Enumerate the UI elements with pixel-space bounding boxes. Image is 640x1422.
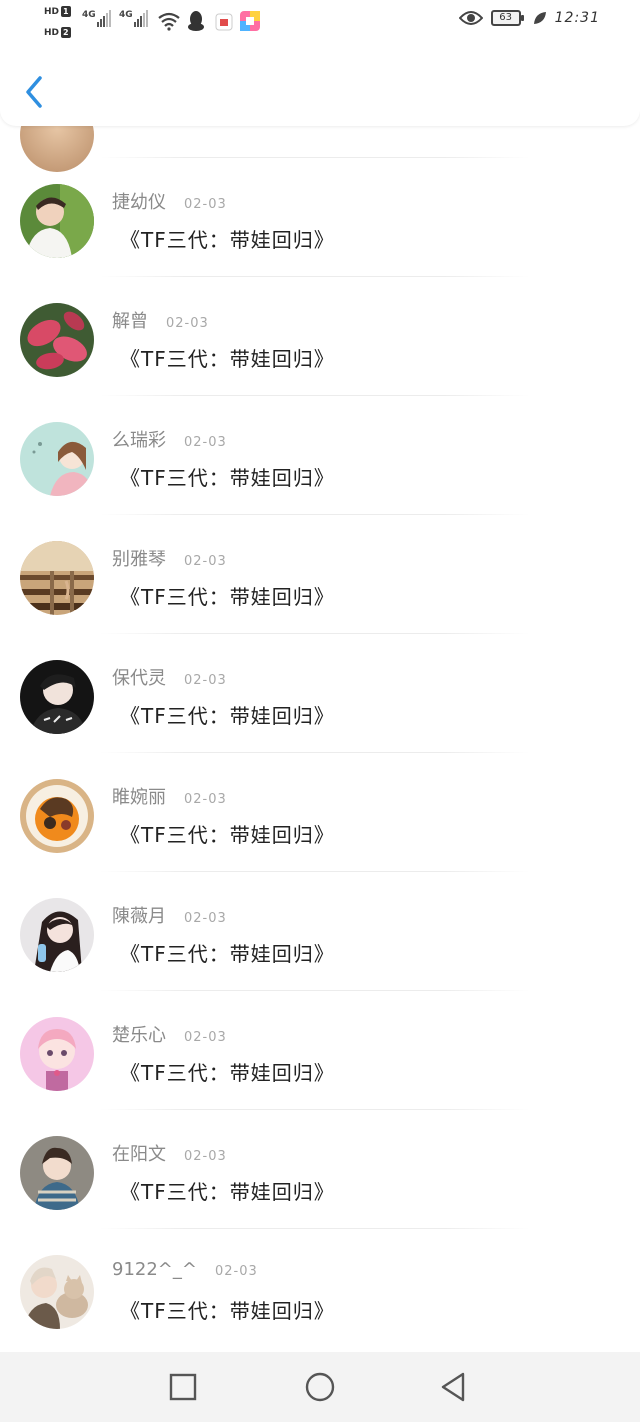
comment-meta: 陳薇月 02-03 [112,902,227,928]
list-item[interactable]: 解曾 02-03 《TF三代：带娃回归》 [0,277,640,396]
hd1-number: 1 [61,6,71,17]
comment-text: 《TF三代：带娃回归》 [120,942,335,966]
avatar[interactable] [20,541,94,615]
avatar[interactable] [20,184,94,258]
list-item[interactable]: 楚乐心 02-03 《TF三代：带娃回归》 [0,991,640,1110]
comment-text: 《TF三代：带娃回归》 [120,466,335,490]
list-item[interactable]: 捷幼仪 02-03 《TF三代：带娃回归》 [0,158,640,277]
leaf-icon [533,12,546,24]
user-name[interactable]: 楚乐心 [112,1021,166,1047]
hd2-indicator: HD 2 [44,27,71,39]
comment-meta: 捷幼仪 02-03 [112,188,227,214]
signal-1-label: 4G [82,10,96,20]
comment-text: 《TF三代：带娃回归》 [120,1180,335,1204]
user-name[interactable]: 保代灵 [112,664,166,690]
avatar[interactable] [20,660,94,734]
comment-date: 02-03 [184,1030,227,1045]
comment-date: 02-03 [184,792,227,807]
list-item[interactable]: 保代灵 02-03 《TF三代：带娃回归》 [0,634,640,753]
comment-date: 02-03 [184,1149,227,1164]
qq-icon [188,11,204,31]
comment-date: 02-03 [214,1264,258,1279]
hd2-number: 2 [61,27,71,38]
comment-text: 《TF三代：带娃回归》 [120,1299,335,1323]
user-name[interactable]: 睢婉丽 [112,783,166,809]
app-notification-icon [215,13,233,31]
list-item[interactable]: 睢婉丽 02-03 《TF三代：带娃回归》 [0,753,640,872]
comment-date: 02-03 [184,197,227,212]
avatar[interactable] [20,779,94,853]
list-item[interactable]: 么瑞彩 02-03 《TF三代：带娃回归》 [0,396,640,515]
square-recent-apps-icon [169,1373,197,1401]
wifi-icon [158,12,180,31]
comment-date: 02-03 [166,316,209,331]
screen: 捷幼仪 02-03 《TF三代：带娃回归》 解曾 02-03 《TF三代：带娃回… [0,0,640,1422]
back-button[interactable] [18,72,52,112]
user-name[interactable]: 陳薇月 [112,902,166,928]
home-button[interactable] [300,1367,340,1407]
list-item[interactable]: 在阳文 02-03 《TF三代：带娃回归》 [0,1110,640,1229]
navigation-bar [0,1352,640,1422]
comment-text: 《TF三代：带娃回归》 [120,823,335,847]
hd1-label: HD [44,7,60,17]
comment-text: 《TF三代：带娃回归》 [120,1061,335,1085]
triangle-back-icon [441,1372,465,1402]
app-colorful-icon [240,11,260,31]
eye-comfort-icon [458,11,483,25]
avatar[interactable] [20,1136,94,1210]
avatar[interactable] [20,422,94,496]
comment-date: 02-03 [184,435,227,450]
comment-text: 《TF三代：带娃回归》 [120,704,335,728]
clock: 12:31 [554,10,600,26]
signal-2-label: 4G [119,10,133,20]
avatar[interactable] [20,303,94,377]
comment-date: 02-03 [184,554,227,569]
comment-meta: 9122^_^ 02-03 [112,1259,258,1283]
comment-list[interactable]: 捷幼仪 02-03 《TF三代：带娃回归》 解曾 02-03 《TF三代：带娃回… [0,38,640,1348]
list-item[interactable]: 陳薇月 02-03 《TF三代：带娃回归》 [0,872,640,991]
user-name[interactable]: 解曾 [112,307,148,333]
comment-text: 《TF三代：带娃回归》 [120,585,335,609]
comment-meta: 保代灵 02-03 [112,664,227,690]
hd2-label: HD [44,28,60,38]
comment-meta: 睢婉丽 02-03 [112,783,227,809]
list-item[interactable]: 别雅琴 02-03 《TF三代：带娃回归》 [0,515,640,634]
comment-text: 《TF三代：带娃回归》 [120,228,335,252]
comment-meta: 楚乐心 02-03 [112,1021,227,1047]
signal-2-icon: 4G [119,10,149,27]
avatar[interactable] [20,898,94,972]
avatar[interactable] [20,1017,94,1091]
circle-home-icon [305,1372,335,1402]
user-name[interactable]: 么瑞彩 [112,426,166,452]
comment-date: 02-03 [184,673,227,688]
comment-meta: 在阳文 02-03 [112,1140,227,1166]
avatar[interactable] [20,1255,94,1329]
battery-icon: 63 [490,10,524,26]
signal-1-icon: 4G [82,10,112,27]
back-nav-button[interactable] [434,1367,474,1407]
recent-apps-button[interactable] [163,1367,203,1407]
list-item[interactable]: 9122^_^ 02-03 《TF三代：带娃回归》 [0,1229,640,1348]
comment-text: 《TF三代：带娃回归》 [120,347,335,371]
comment-meta: 解曾 02-03 [112,307,209,333]
user-name[interactable]: 捷幼仪 [112,188,166,214]
comment-meta: 别雅琴 02-03 [112,545,227,571]
hd1-indicator: HD 1 [44,6,71,18]
chevron-left-icon [26,76,42,108]
user-name[interactable]: 别雅琴 [112,545,166,571]
user-name[interactable]: 在阳文 [112,1140,166,1166]
comment-date: 02-03 [184,911,227,926]
status-bar: HD 1 HD 2 4G 4G 63 12:31 [0,0,640,44]
comment-meta: 么瑞彩 02-03 [112,426,227,452]
top-header: HD 1 HD 2 4G 4G 63 12:31 [0,0,640,126]
user-name[interactable]: 9122^_^ [112,1259,197,1280]
status-right: 63 12:31 [458,10,600,26]
